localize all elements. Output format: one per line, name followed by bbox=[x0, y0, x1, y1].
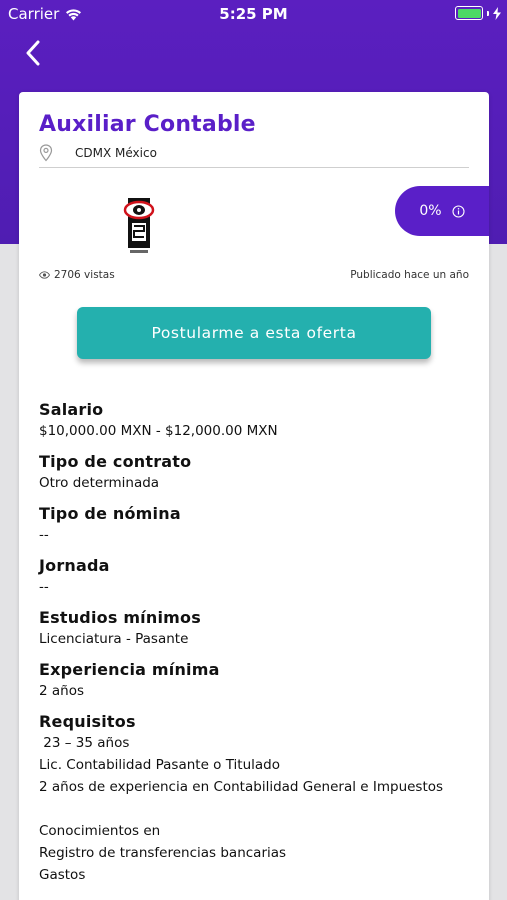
match-percent: 0% bbox=[419, 203, 442, 219]
battery-icon bbox=[455, 6, 483, 20]
published-date: Publicado hace un año bbox=[350, 269, 469, 281]
requirement-spacer bbox=[39, 798, 469, 820]
location-text: CDMX México bbox=[75, 145, 157, 160]
charging-bolt-icon bbox=[493, 6, 501, 20]
detail-value: 2 años bbox=[39, 683, 85, 699]
requirement-line: 23 – 35 años bbox=[39, 735, 130, 751]
detail-label: Salario bbox=[39, 400, 104, 419]
detail-value: $10,000.00 MXN - $12,000.00 MXN bbox=[39, 423, 278, 439]
job-title: Auxiliar Contable bbox=[39, 112, 256, 137]
detail-salary: Salario $10,000.00 MXN - $12,000.00 MXN bbox=[39, 400, 469, 442]
requirement-line: 2 años de experiencia en Contabilidad Ge… bbox=[39, 779, 444, 795]
requirements-list: 23 – 35 años Lic. Contabilidad Pasante o… bbox=[39, 732, 469, 886]
detail-payroll-type: Tipo de nómina -- bbox=[39, 504, 469, 546]
views-count: 2706 vistas bbox=[39, 269, 115, 281]
detail-label: Estudios mínimos bbox=[39, 608, 201, 627]
info-icon bbox=[452, 204, 465, 218]
detail-value: Otro determinada bbox=[39, 475, 160, 491]
match-percentage-badge[interactable]: 0% bbox=[395, 186, 489, 236]
status-time: 5:25 PM bbox=[219, 5, 288, 23]
job-details: Salario $10,000.00 MXN - $12,000.00 MXN … bbox=[39, 400, 469, 896]
detail-label: Tipo de nómina bbox=[39, 504, 181, 523]
detail-value: -- bbox=[39, 527, 49, 543]
detail-label: Experiencia mínima bbox=[39, 660, 220, 679]
requirement-line: Lic. Contabilidad Pasante o Titulado bbox=[39, 757, 281, 773]
detail-contract-type: Tipo de contrato Otro determinada bbox=[39, 452, 469, 494]
detail-education: Estudios mínimos Licenciatura - Pasante bbox=[39, 608, 469, 650]
apply-button[interactable]: Postularme a esta oferta bbox=[77, 307, 431, 359]
location-row: CDMX México bbox=[39, 142, 469, 168]
detail-label: Requisitos bbox=[39, 712, 136, 731]
detail-experience: Experiencia mínima 2 años bbox=[39, 660, 469, 702]
back-button[interactable] bbox=[18, 36, 48, 70]
battery-indicator bbox=[455, 6, 501, 20]
requirement-line: Registro de transferencias bancarias bbox=[39, 845, 287, 861]
chevron-left-icon bbox=[26, 40, 40, 66]
detail-schedule: Jornada -- bbox=[39, 556, 469, 598]
eye-icon bbox=[39, 271, 50, 279]
views-label: 2706 vistas bbox=[54, 269, 115, 281]
detail-label: Jornada bbox=[39, 556, 110, 575]
status-bar: Carrier 5:25 PM bbox=[0, 0, 507, 28]
detail-value: -- bbox=[39, 579, 49, 595]
requirement-line: Conocimientos en bbox=[39, 823, 161, 839]
detail-value: Licenciatura - Pasante bbox=[39, 631, 189, 647]
job-card: Auxiliar Contable CDMX México 0% 2706 vi… bbox=[19, 92, 489, 900]
requirement-line: Gastos bbox=[39, 867, 86, 883]
detail-label: Tipo de contrato bbox=[39, 452, 192, 471]
detail-requirements: Requisitos 23 – 35 años Lic. Contabilida… bbox=[39, 712, 469, 886]
location-pin-icon bbox=[39, 143, 53, 161]
company-logo bbox=[123, 198, 155, 253]
